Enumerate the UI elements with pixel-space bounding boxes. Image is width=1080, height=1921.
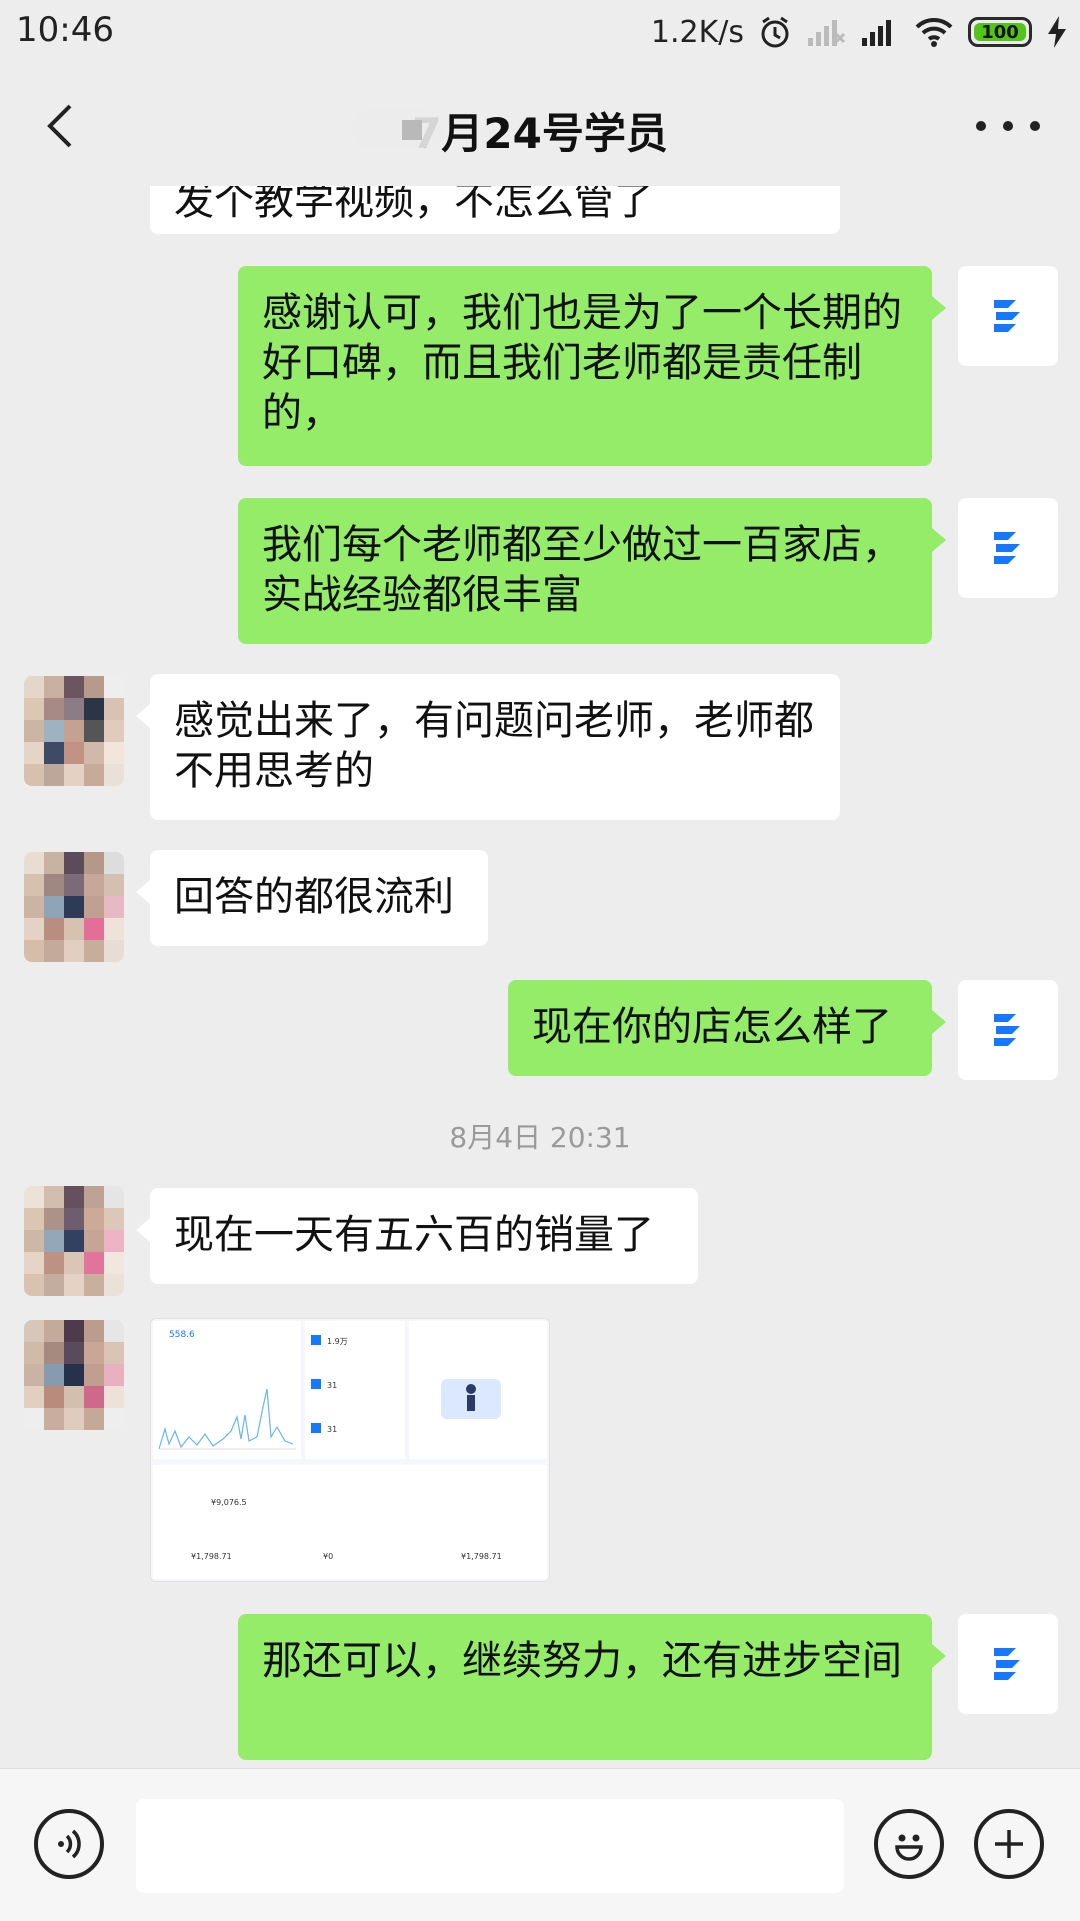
stat-gmv: ¥9,076.5 bbox=[211, 1498, 247, 1507]
stat-558: 558.6 bbox=[169, 1330, 195, 1340]
message-bubble-self[interactable]: 感谢认可，我们也是为了一个长期的好口碑，而且我们老师都是责任制的， bbox=[238, 266, 946, 466]
more-dot bbox=[976, 121, 986, 131]
message-text: 发个教学视频，不怎么管了 bbox=[174, 186, 654, 224]
message-timestamp: 8月4日 20:31 bbox=[449, 1121, 631, 1154]
message-bubble-self[interactable]: 现在你的店怎么样了 bbox=[508, 980, 946, 1076]
input-bar bbox=[0, 1768, 1080, 1921]
alarm-icon bbox=[758, 15, 792, 49]
brand-logo-icon bbox=[994, 532, 1020, 564]
stat-amount-a: ¥1,798.71 bbox=[191, 1552, 232, 1561]
chat-title: 7月24号学员 bbox=[412, 109, 668, 158]
status-bar: 10:46 1.2K/s 100 bbox=[0, 0, 1080, 66]
battery-icon: 100 bbox=[968, 17, 1032, 47]
chat-area[interactable]: 发个教学视频，不怎么管了 感谢认可，我们也是为了一个长期的好口碑，而且我们老师都… bbox=[0, 186, 1080, 1768]
message-bubble-self[interactable]: 我们每个老师都至少做过一百家店，实战经验都很丰富 bbox=[238, 498, 946, 644]
plus-icon bbox=[995, 1830, 1023, 1858]
stat-31-a: 31 bbox=[327, 1381, 337, 1390]
message-bubble-peer[interactable]: 发个教学视频，不怎么管了 bbox=[150, 186, 840, 234]
peer-avatar[interactable] bbox=[24, 852, 124, 962]
stat-amount-c: ¥1,798.71 bbox=[461, 1552, 502, 1561]
emoji-button[interactable] bbox=[874, 1809, 944, 1879]
status-right: 1.2K/s 100 bbox=[651, 10, 1068, 54]
image-message-dashboard[interactable]: 558.6 1.9万 31 31 ¥9,076.5 ¥1,798.71 ¥0 ¥… bbox=[150, 1318, 550, 1582]
signal-off-icon bbox=[806, 16, 846, 48]
self-avatar[interactable] bbox=[958, 498, 1058, 598]
more-button[interactable] bbox=[976, 116, 1040, 136]
peer-avatar[interactable] bbox=[24, 676, 124, 786]
more-dot bbox=[1003, 121, 1013, 131]
message-bubble-peer[interactable]: 感觉出来了，有问题问老师，老师都不用思考的 bbox=[136, 674, 840, 820]
message-text: 感觉出来了，有问题问老师，老师都不用思考的 bbox=[174, 698, 814, 794]
message-text: 我们每个老师都至少做过一百家店，实战经验都很丰富 bbox=[262, 522, 902, 618]
battery-level: 100 bbox=[981, 21, 1019, 43]
dashboard-thumbnail: 558.6 1.9万 31 31 ¥9,076.5 ¥1,798.71 ¥0 ¥… bbox=[151, 1319, 549, 1581]
brand-logo-icon bbox=[994, 1014, 1020, 1046]
voice-icon bbox=[58, 1829, 81, 1859]
charging-icon bbox=[1046, 15, 1068, 49]
wifi-icon bbox=[914, 16, 954, 48]
self-avatar[interactable] bbox=[958, 980, 1058, 1080]
stat-31-b: 31 bbox=[327, 1425, 337, 1434]
network-speed: 1.2K/s bbox=[650, 14, 744, 50]
voice-button[interactable] bbox=[34, 1809, 104, 1879]
message-bubble-peer[interactable]: 回答的都很流利 bbox=[136, 850, 488, 946]
plus-button[interactable] bbox=[974, 1809, 1044, 1879]
peer-avatar[interactable] bbox=[24, 1320, 124, 1430]
stat-visitors: 1.9万 bbox=[327, 1337, 348, 1346]
message-input[interactable] bbox=[136, 1799, 844, 1893]
message-bubble-peer[interactable]: 现在一天有五六百的销量了 bbox=[136, 1188, 698, 1284]
emoji-icon bbox=[895, 1834, 923, 1861]
chat-header: 7月24号学员 bbox=[0, 66, 1080, 186]
message-bubble-self[interactable]: 那还可以，继续努力，还有进步空间 bbox=[238, 1614, 946, 1760]
message-text: 那还可以，继续努力，还有进步空间 bbox=[262, 1638, 902, 1684]
self-avatar[interactable] bbox=[958, 266, 1058, 366]
message-text: 回答的都很流利 bbox=[174, 874, 454, 920]
brand-logo-icon bbox=[994, 1648, 1020, 1680]
signal-icon bbox=[860, 16, 900, 48]
title-redaction bbox=[352, 110, 442, 148]
message-text: 现在一天有五六百的销量了 bbox=[174, 1212, 654, 1258]
message-text: 感谢认可，我们也是为了一个长期的好口碑，而且我们老师都是责任制的， bbox=[262, 290, 902, 436]
message-text: 现在你的店怎么样了 bbox=[532, 1004, 892, 1050]
stat-amount-b: ¥0 bbox=[323, 1552, 333, 1561]
self-avatar[interactable] bbox=[958, 1614, 1058, 1714]
peer-avatar[interactable] bbox=[24, 1186, 124, 1296]
status-time: 10:46 bbox=[16, 10, 114, 50]
more-dot bbox=[1030, 121, 1040, 131]
brand-logo-icon bbox=[994, 300, 1020, 332]
